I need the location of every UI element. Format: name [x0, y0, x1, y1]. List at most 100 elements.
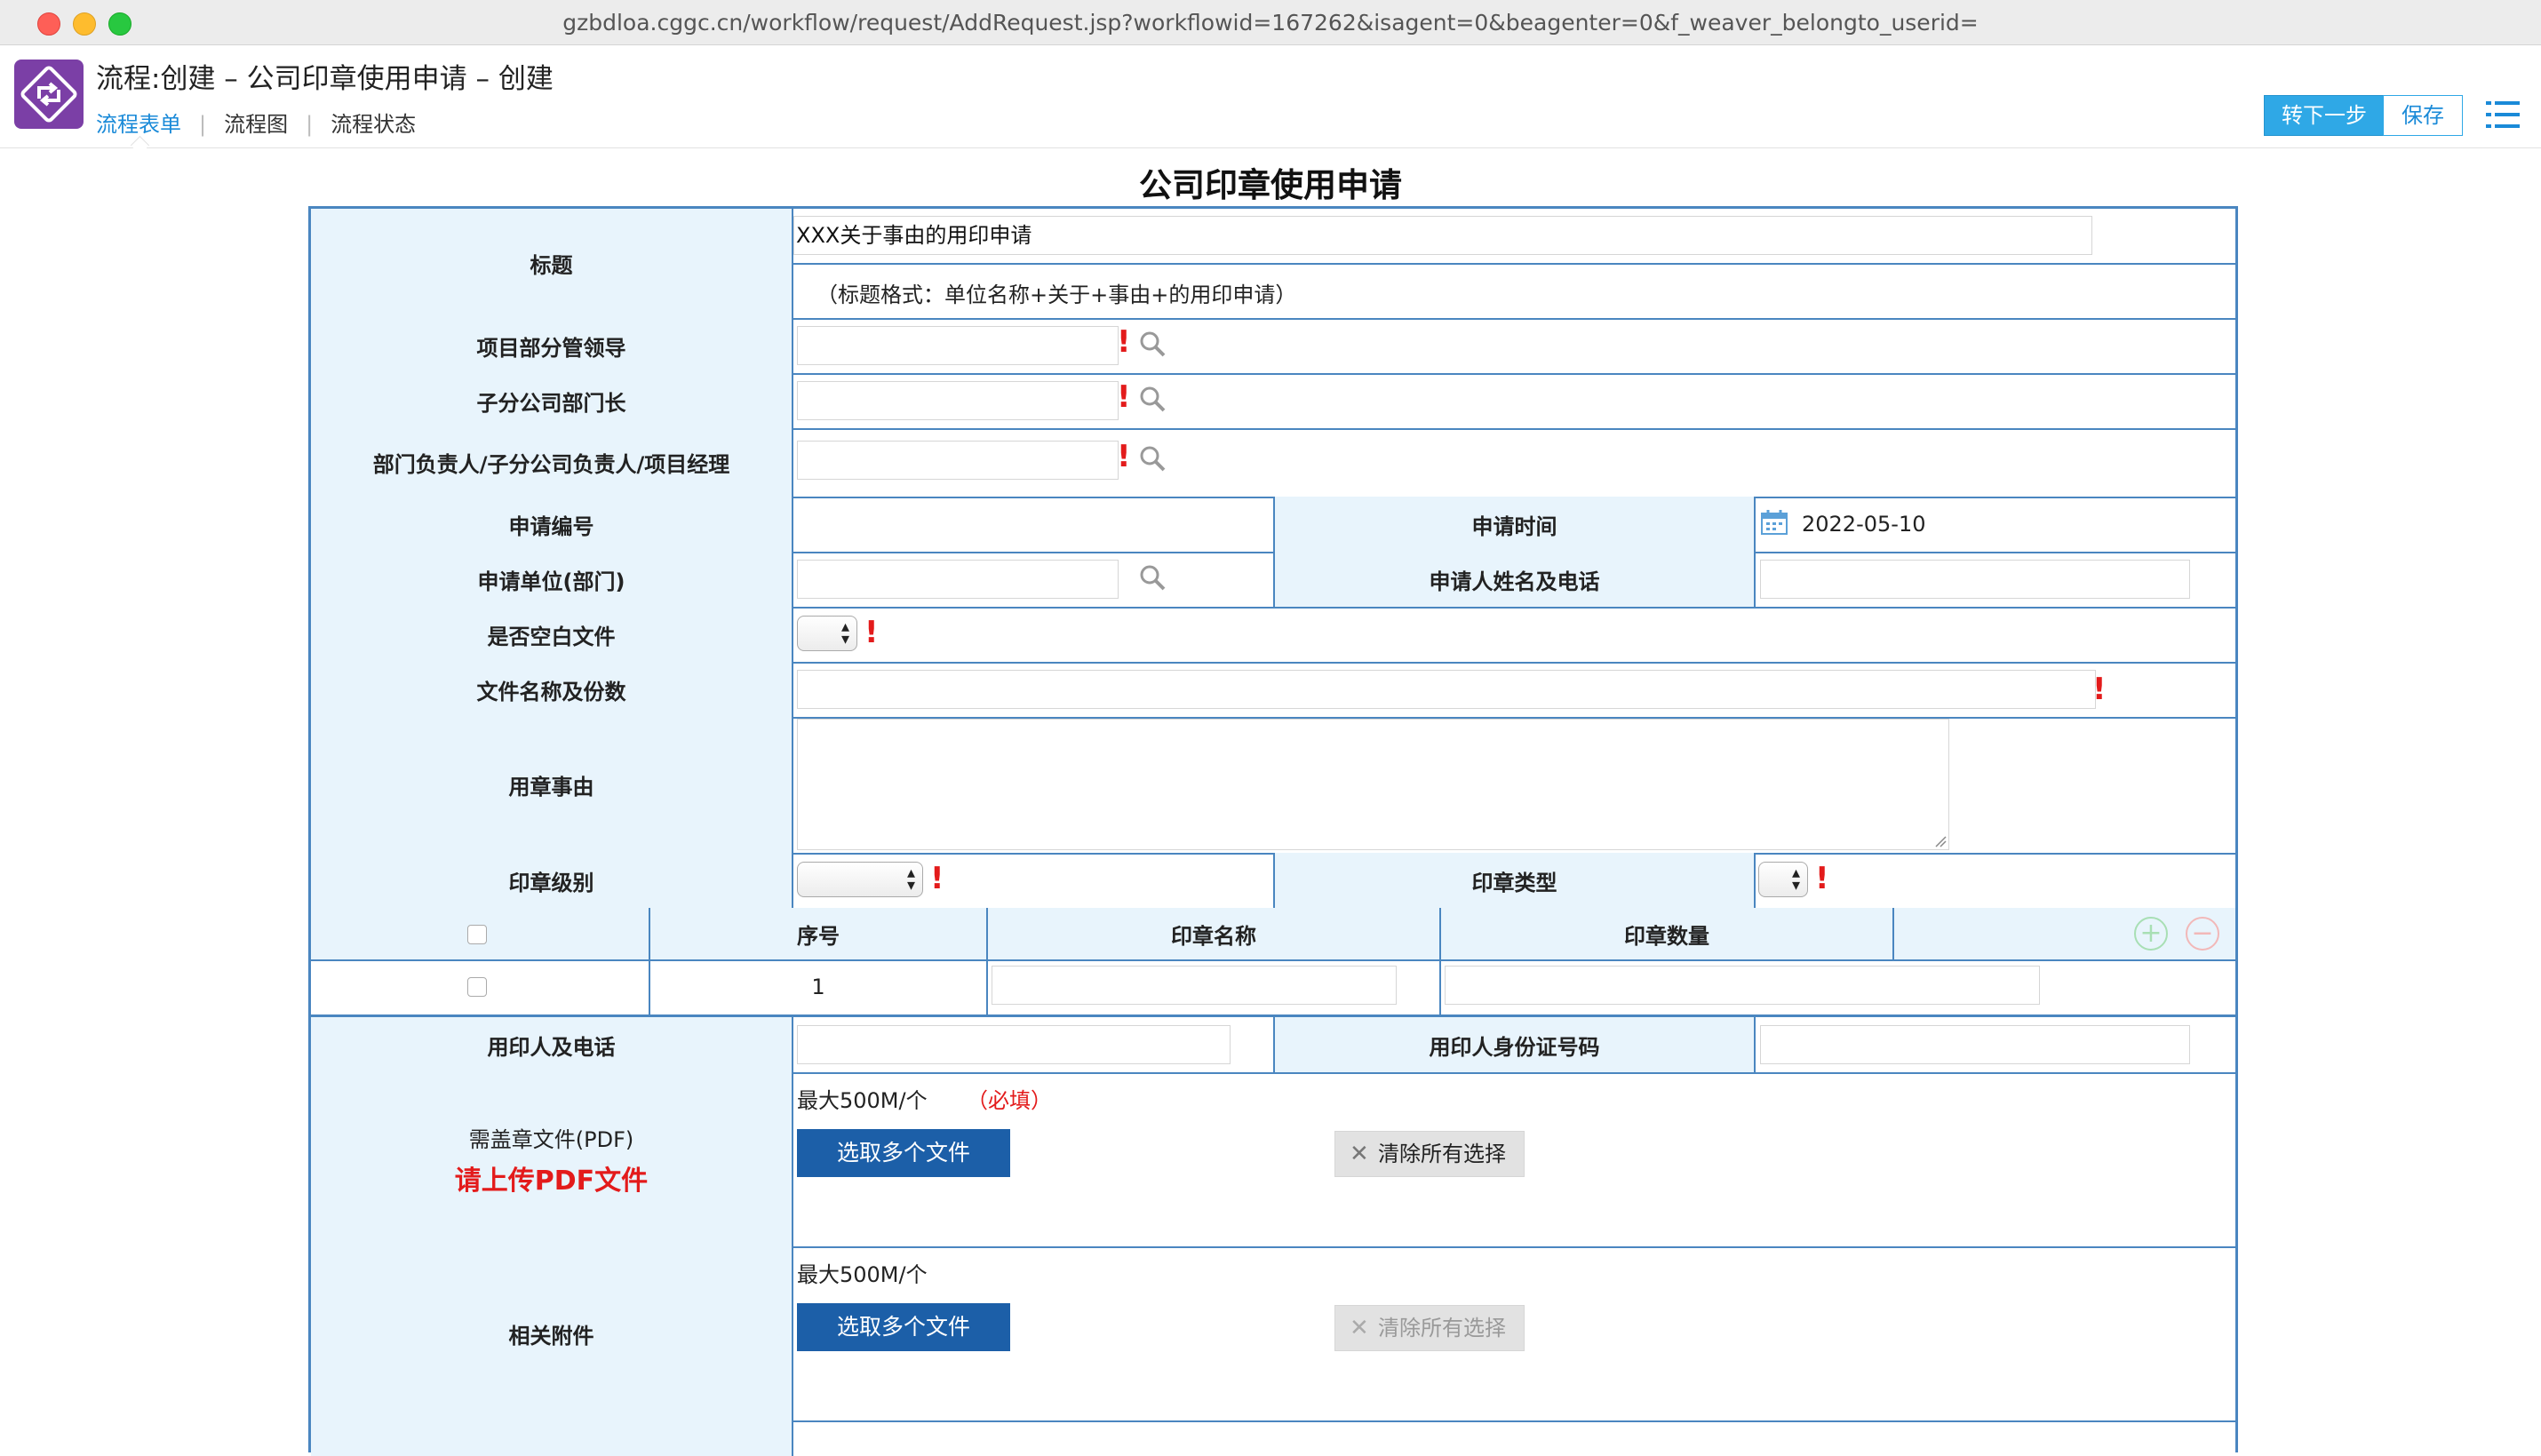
clear-selection-button: ✕ 清除所有选择 — [1334, 1305, 1525, 1351]
select-files-button[interactable]: 选取多个文件 — [797, 1303, 1010, 1351]
subject-input[interactable]: XXX关于事由的用印申请 — [793, 216, 2092, 255]
required-icon: ! — [930, 861, 944, 896]
label-reason: 用章事由 — [311, 717, 793, 853]
workflow-tabs: 流程表单 | 流程图 | 流程状态 — [96, 107, 416, 138]
label-dept-head: 部门负责人/子分公司负责人/项目经理 — [311, 428, 793, 497]
select-arrows-icon: ▴ ▾ — [906, 863, 915, 895]
seal-count-input[interactable] — [1445, 966, 2040, 1005]
label-pdf-doc: 需盖章文件(PDF) — [468, 1126, 634, 1152]
col-seal-count: 印章数量 — [1441, 908, 1894, 959]
seal-name-cell — [988, 959, 1441, 1014]
search-icon[interactable] — [1139, 445, 1166, 472]
required-icon: ! — [864, 615, 879, 650]
blank-doc-select[interactable]: ▴ ▾ — [797, 616, 857, 651]
row-seal-level: 印章级别 ▴ ▾ ! 印章类型 ▴ ▾ ! — [311, 853, 2235, 910]
clear-selection-button[interactable]: ✕ 清除所有选择 — [1334, 1131, 1525, 1177]
workflow-title: 流程:创建 – 公司印章使用申请 – 创建 — [96, 63, 554, 95]
project-leader-input[interactable] — [797, 326, 1119, 365]
add-row-icon[interactable]: + — [2134, 917, 2168, 951]
seal-type-select[interactable]: ▴ ▾ — [1758, 862, 1808, 897]
label-doc-name: 文件名称及份数 — [311, 662, 793, 717]
row-blank-doc: 是否空白文件 ▴ ▾ ! — [311, 607, 2235, 664]
subtable-header: 序号 印章名称 印章数量 + − — [311, 908, 2235, 961]
user-phone-input[interactable] — [797, 1025, 1231, 1064]
row-attachments: 相关附件 最大500M/个 选取多个文件 ✕ 清除所有选择 — [311, 1246, 2235, 1422]
divider — [793, 263, 2235, 265]
select-files-button[interactable]: 选取多个文件 — [797, 1129, 1010, 1177]
clear-icon: ✕ — [1350, 1141, 1369, 1167]
row-index: 1 — [650, 959, 988, 1014]
col-index: 序号 — [650, 908, 988, 959]
label-project-leader: 项目部分管领导 — [311, 318, 793, 373]
required-icon: ! — [2092, 672, 2107, 707]
doc-name-input[interactable] — [797, 670, 2096, 709]
row-apply-no: 申请编号 申请时间 2022-05-10 — [311, 497, 2235, 553]
required-icon: ! — [1117, 324, 1131, 360]
address-url[interactable]: gzbdloa.cggc.cn/workflow/request/AddRequ… — [0, 10, 2541, 36]
row-user: 用印人及电话 用印人身份证号码 — [311, 1017, 2235, 1074]
label-apply-time: 申请时间 — [1275, 497, 1756, 552]
max-size-text: 最大500M/个 — [797, 1088, 928, 1113]
list-menu-icon[interactable] — [2486, 99, 2520, 131]
label-subject: 标题 — [311, 209, 793, 318]
row-apply-unit: 申请单位(部门) 申请人姓名及电话 — [311, 552, 2235, 609]
branch-head-input[interactable] — [797, 381, 1119, 420]
search-icon[interactable] — [1139, 330, 1166, 357]
label-attachments: 相关附件 — [311, 1246, 793, 1420]
window-titlebar: gzbdloa.cggc.cn/workflow/request/AddRequ… — [0, 0, 2541, 45]
user-id-input[interactable] — [1760, 1025, 2190, 1064]
row-checkbox[interactable] — [467, 977, 487, 997]
label-seal-type: 印章类型 — [1275, 853, 1756, 908]
max-size-text: 最大500M/个 — [797, 1262, 928, 1287]
apply-time-value: 2022-05-10 — [1802, 512, 1926, 537]
label-applicant: 申请人姓名及电话 — [1275, 552, 1756, 607]
seal-name-input[interactable] — [992, 966, 1397, 1005]
label-user-id: 用印人身份证号码 — [1275, 1017, 1756, 1072]
select-all-checkbox[interactable] — [467, 925, 487, 944]
clear-selection-label: 清除所有选择 — [1378, 1316, 1506, 1341]
seal-count-cell — [1441, 959, 2040, 1014]
subject-hint: （标题格式：单位名称+关于+事由+的用印申请） — [816, 282, 1297, 307]
tab-separator: | — [306, 112, 314, 137]
workflow-header: 流程:创建 – 公司印章使用申请 – 创建 流程表单 | 流程图 | 流程状态 转下一步… — [0, 45, 2541, 148]
label-user-phone: 用印人及电话 — [311, 1017, 793, 1072]
row-subject: 标题 XXX关于事由的用印申请 （标题格式：单位名称+关于+事由+的用印申请） — [311, 209, 2235, 320]
apply-unit-input[interactable] — [797, 560, 1119, 599]
tab-flowchart[interactable]: 流程图 — [224, 107, 288, 138]
select-arrows-icon: ▴ ▾ — [840, 617, 849, 648]
label-apply-no: 申请编号 — [311, 497, 793, 552]
required-icon: ! — [1117, 439, 1131, 474]
next-step-button[interactable]: 转下一步 — [2264, 95, 2385, 136]
resize-handle-icon[interactable] — [1934, 835, 1947, 847]
required-text: （必填） — [967, 1088, 1052, 1113]
clear-selection-label: 清除所有选择 — [1378, 1142, 1506, 1166]
reason-textarea[interactable] — [797, 719, 1949, 850]
row-doc-name: 文件名称及份数 ! — [311, 662, 2235, 719]
subject-cell: XXX关于事由的用印申请 （标题格式：单位名称+关于+事由+的用印申请） — [793, 209, 2235, 318]
dept-head-input[interactable] — [797, 441, 1119, 480]
calendar-icon[interactable] — [1760, 509, 1788, 536]
label-pdf-doc-cell: 需盖章文件(PDF) 请上传PDF文件 — [311, 1072, 793, 1246]
save-button[interactable]: 保存 — [2383, 95, 2463, 136]
clear-icon: ✕ — [1350, 1315, 1369, 1341]
search-icon[interactable] — [1139, 564, 1166, 591]
row-dept-head: 部门负责人/子分公司负责人/项目经理 ! — [311, 428, 2235, 498]
form-title: 公司印章使用申请 — [1139, 166, 1402, 204]
remove-row-icon[interactable]: − — [2186, 917, 2219, 951]
seal-level-select[interactable]: ▴ ▾ — [797, 862, 923, 897]
tab-status[interactable]: 流程状态 — [331, 107, 416, 138]
tab-form[interactable]: 流程表单 — [96, 107, 181, 138]
row-pdf-doc: 需盖章文件(PDF) 请上传PDF文件 最大500M/个 （必填） 选取多个文件… — [311, 1072, 2235, 1248]
search-icon[interactable] — [1139, 386, 1166, 412]
workflow-logo-icon — [14, 60, 84, 129]
applicant-input[interactable] — [1760, 560, 2190, 599]
label-apply-unit: 申请单位(部门) — [311, 552, 793, 607]
row-next — [311, 1420, 2235, 1456]
select-arrows-icon: ▴ ▾ — [1791, 863, 1800, 895]
label-blank-doc: 是否空白文件 — [311, 607, 793, 662]
required-icon: ! — [1117, 379, 1131, 415]
label-next — [311, 1420, 793, 1456]
label-branch-head: 子分公司部门长 — [311, 373, 793, 428]
row-check-cell — [311, 959, 650, 1014]
col-seal-name: 印章名称 — [988, 908, 1441, 959]
